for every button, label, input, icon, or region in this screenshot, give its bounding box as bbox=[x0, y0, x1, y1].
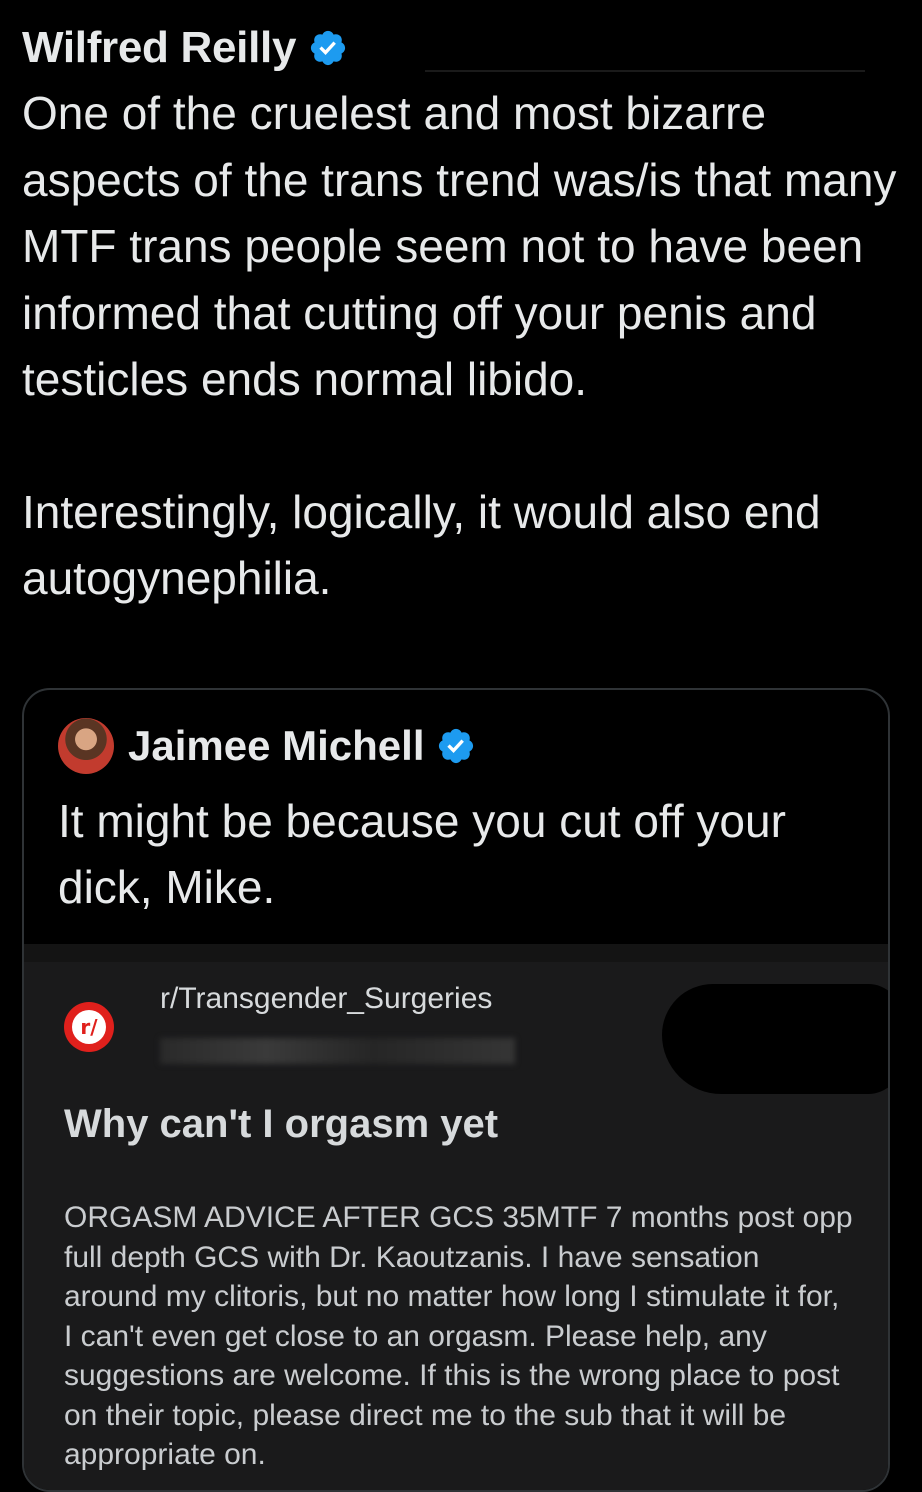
verified-badge-icon bbox=[436, 726, 476, 766]
quoted-tweet-header: Jaimee Michell bbox=[58, 718, 476, 774]
subreddit-icon-text: r/ bbox=[72, 1010, 106, 1044]
subreddit-name: r/Transgender_Surgeries bbox=[160, 982, 493, 1015]
subreddit-row: r/ r/Transgender_Surgeries bbox=[64, 982, 515, 1064]
redaction-blob bbox=[662, 984, 888, 1094]
avatar[interactable] bbox=[58, 718, 114, 774]
quoted-author-name[interactable]: Jaimee Michell bbox=[128, 722, 424, 770]
reddit-post-image[interactable]: r/ r/Transgender_Surgeries Why can't I o… bbox=[24, 944, 888, 1490]
post-title: Why can't I orgasm yet bbox=[64, 1102, 499, 1146]
quoted-tweet-card[interactable]: Jaimee Michell It might be because you c… bbox=[22, 688, 890, 1492]
tweet-paragraph: Interestingly, logically, it would also … bbox=[22, 485, 821, 605]
quoted-tweet-text: It might be because you cut off your dic… bbox=[58, 795, 786, 913]
tweet-paragraph: One of the cruelest and most bizarre asp… bbox=[22, 87, 897, 405]
blurred-post-meta bbox=[160, 1038, 515, 1064]
author-name[interactable]: Wilfred Reilly bbox=[22, 23, 296, 73]
verified-badge-icon bbox=[308, 28, 348, 68]
subreddit-icon: r/ bbox=[64, 1002, 114, 1052]
redaction-line bbox=[425, 70, 865, 72]
tweet-text: One of the cruelest and most bizarre asp… bbox=[22, 80, 902, 612]
tweet-header: Wilfred Reilly bbox=[22, 18, 348, 78]
post-body: ORGASM ADVICE AFTER GCS 35MTF 7 months p… bbox=[64, 1201, 853, 1471]
